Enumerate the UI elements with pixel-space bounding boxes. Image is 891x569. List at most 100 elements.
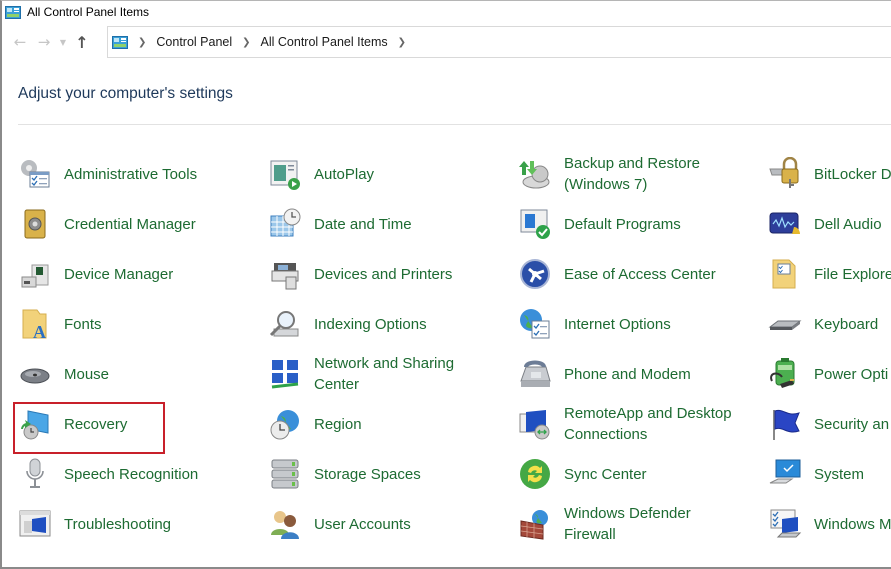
divider	[18, 124, 891, 125]
control-panel-item-windows-defender-firewall[interactable]: Windows Defender Firewall	[502, 499, 714, 549]
item-label[interactable]: Administrative Tools	[64, 164, 197, 185]
item-label[interactable]: Troubleshooting	[64, 514, 171, 535]
item-label[interactable]: Devices and Printers	[314, 264, 452, 285]
item-label[interactable]: Date and Time	[314, 214, 412, 235]
file-explorer-options-icon	[768, 257, 802, 291]
control-panel-item-indexing-options[interactable]: Indexing Options	[252, 299, 427, 349]
printer-icon	[268, 257, 302, 291]
control-panel-item-backup-and-restore-windows-7[interactable]: Backup and Restore (Windows 7)	[502, 149, 744, 199]
item-label[interactable]: Mouse	[64, 364, 109, 385]
item-label[interactable]: Security an	[814, 414, 889, 435]
control-panel-item-dell-audio[interactable]: Dell Audio	[752, 199, 882, 249]
control-panel-item-fonts[interactable]: A Fonts	[2, 299, 102, 349]
security-flag-icon	[768, 407, 802, 441]
item-label[interactable]: Default Programs	[564, 214, 681, 235]
item-label[interactable]: Indexing Options	[314, 314, 427, 335]
network-icon	[268, 357, 302, 391]
chevron-down-icon: ▼	[59, 37, 67, 47]
navigation-bar: ← → ▼ ↑ ❯ Control Panel ❯ All Control Pa…	[2, 25, 891, 59]
item-label[interactable]: Device Manager	[64, 264, 173, 285]
item-label[interactable]: Ease of Access Center	[564, 264, 716, 285]
breadcrumb-separator-icon[interactable]: ❯	[398, 37, 406, 48]
control-panel-item-user-accounts[interactable]: User Accounts	[252, 499, 411, 549]
item-label[interactable]: File Explore	[814, 264, 891, 285]
control-panel-item-bitlocker-d[interactable]: BitLocker D	[752, 149, 891, 199]
control-panel-item-system[interactable]: System	[752, 449, 864, 499]
item-label[interactable]: Windows M	[814, 514, 891, 535]
item-label[interactable]: Power Opti	[814, 364, 888, 385]
region-globe-icon	[268, 407, 302, 441]
item-label[interactable]: System	[814, 464, 864, 485]
control-panel-item-devices-and-printers[interactable]: Devices and Printers	[252, 249, 452, 299]
credential-manager-icon	[18, 207, 52, 241]
control-panel-item-autoplay[interactable]: AutoPlay	[252, 149, 374, 199]
forward-button[interactable]: →	[32, 30, 56, 54]
remoteapp-icon	[518, 407, 552, 441]
item-label[interactable]: User Accounts	[314, 514, 411, 535]
ease-of-access-icon	[518, 257, 552, 291]
control-panel-item-ease-of-access-center[interactable]: Ease of Access Center	[502, 249, 716, 299]
title-bar: All Control Panel Items	[2, 1, 891, 23]
control-panel-item-security-an[interactable]: Security an	[752, 399, 889, 449]
control-panel-item-speech-recognition[interactable]: Speech Recognition	[2, 449, 198, 499]
item-label[interactable]: Credential Manager	[64, 214, 196, 235]
breadcrumb-separator-icon[interactable]: ❯	[242, 37, 250, 48]
control-panel-item-phone-and-modem[interactable]: Phone and Modem	[502, 349, 691, 399]
control-panel-item-recovery[interactable]: Recovery	[2, 399, 127, 449]
item-label[interactable]: Fonts	[64, 314, 102, 335]
item-label[interactable]: Network and Sharing Center	[314, 353, 474, 395]
item-label[interactable]: Backup and Restore (Windows 7)	[564, 153, 744, 195]
user-accounts-icon	[268, 507, 302, 541]
item-label[interactable]: Region	[314, 414, 362, 435]
control-panel-item-device-manager[interactable]: Device Manager	[2, 249, 173, 299]
control-panel-item-network-and-sharing-center[interactable]: Network and Sharing Center	[252, 349, 474, 399]
control-panel-item-internet-options[interactable]: Internet Options	[502, 299, 671, 349]
item-label[interactable]: Keyboard	[814, 314, 878, 335]
item-label[interactable]: Phone and Modem	[564, 364, 691, 385]
control-panel-item-credential-manager[interactable]: Credential Manager	[2, 199, 196, 249]
control-panel-item-keyboard[interactable]: Keyboard	[752, 299, 878, 349]
item-label[interactable]: RemoteApp and Desktop Connections	[564, 403, 749, 445]
svg-text:A: A	[33, 322, 46, 341]
up-arrow-icon: ↑	[75, 32, 89, 52]
control-panel-item-remoteapp-and-desktop-connections[interactable]: RemoteApp and Desktop Connections	[502, 399, 749, 449]
control-panel-item-default-programs[interactable]: Default Programs	[502, 199, 681, 249]
back-button[interactable]: ←	[8, 30, 32, 54]
window-title: All Control Panel Items	[27, 5, 150, 19]
item-label[interactable]: Internet Options	[564, 314, 671, 335]
item-label[interactable]: Windows Defender Firewall	[564, 503, 714, 545]
control-panel-icon	[5, 5, 21, 19]
breadcrumb-separator-icon[interactable]: ❯	[138, 37, 146, 48]
breadcrumb-all-items[interactable]: All Control Panel Items	[261, 35, 388, 49]
item-label[interactable]: Sync Center	[564, 464, 647, 485]
address-bar[interactable]: ❯ Control Panel ❯ All Control Panel Item…	[107, 26, 891, 58]
item-label[interactable]: BitLocker D	[814, 164, 891, 185]
control-panel-item-region[interactable]: Region	[252, 399, 362, 449]
item-label[interactable]: Recovery	[64, 414, 127, 435]
windows-mobility-icon	[768, 507, 802, 541]
sync-center-icon	[518, 457, 552, 491]
control-panel-item-troubleshooting[interactable]: Troubleshooting	[2, 499, 171, 549]
item-label[interactable]: Storage Spaces	[314, 464, 421, 485]
up-button[interactable]: ↑	[70, 30, 94, 54]
forward-arrow-icon: →	[37, 33, 51, 51]
breadcrumb-control-panel[interactable]: Control Panel	[156, 35, 232, 49]
item-label[interactable]: AutoPlay	[314, 164, 374, 185]
control-panel-item-administrative-tools[interactable]: Administrative Tools	[2, 149, 197, 199]
recent-locations-button[interactable]: ▼	[56, 30, 70, 54]
mouse-icon	[18, 357, 52, 391]
control-panel-item-windows-m[interactable]: Windows M	[752, 499, 891, 549]
item-label[interactable]: Dell Audio	[814, 214, 882, 235]
indexing-icon	[268, 307, 302, 341]
control-panel-icon	[112, 35, 128, 49]
control-panel-item-storage-spaces[interactable]: Storage Spaces	[252, 449, 421, 499]
page-heading: Adjust your computer's settings	[18, 85, 233, 102]
item-label[interactable]: Speech Recognition	[64, 464, 198, 485]
back-arrow-icon: ←	[13, 33, 27, 51]
control-panel-item-date-and-time[interactable]: Date and Time	[252, 199, 412, 249]
control-panel-item-file-explore[interactable]: File Explore	[752, 249, 891, 299]
control-panel-item-power-opti[interactable]: Power Opti	[752, 349, 888, 399]
control-panel-item-mouse[interactable]: Mouse	[2, 349, 109, 399]
control-panel-item-sync-center[interactable]: Sync Center	[502, 449, 647, 499]
internet-options-icon	[518, 307, 552, 341]
